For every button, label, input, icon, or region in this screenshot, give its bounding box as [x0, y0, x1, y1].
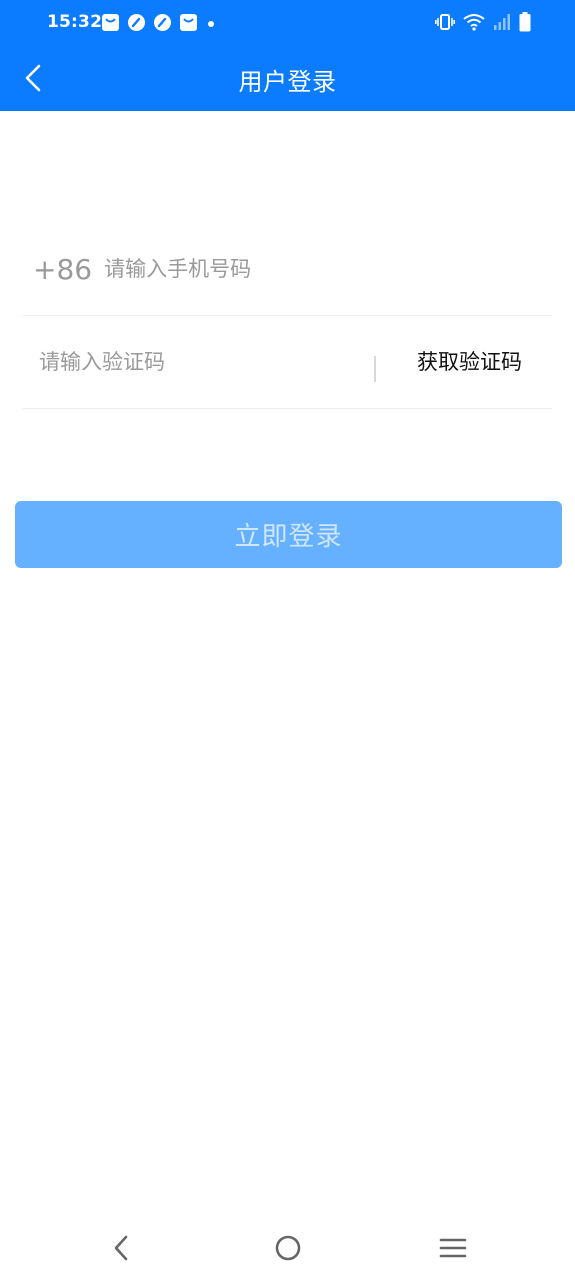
vibrate-icon [435, 13, 455, 35]
code-row: 获取验证码 [23, 316, 552, 409]
phone-input[interactable] [104, 257, 505, 281]
login-form: +86 获取验证码 [23, 223, 552, 409]
app-header: 15:32 用户登录 [0, 0, 575, 111]
nav-menu-button[interactable] [429, 1224, 477, 1272]
shopping-bag-icon [179, 13, 198, 36]
nav-back-button[interactable] [98, 1224, 146, 1272]
page-title: 用户登录 [238, 68, 337, 96]
battery-icon [519, 12, 531, 36]
login-screen: 15:32 用户登录 +86 请输入手机号码 请输入验证码 获取验证码 立即登录 [0, 0, 575, 1280]
system-nav-bar [0, 1218, 575, 1280]
notification-icons [101, 13, 217, 35]
cellular-signal-icon [493, 13, 511, 35]
home-circle-icon [275, 1235, 301, 1261]
speedometer-icon [127, 13, 146, 36]
login-button[interactable]: 立即登录 [15, 501, 562, 568]
country-code: +86 [33, 252, 93, 286]
system-status-icons [435, 12, 531, 36]
menu-icon [439, 1238, 467, 1258]
phone-row: +86 [23, 223, 552, 316]
status-time: 15:32 [47, 12, 103, 32]
wifi-icon [463, 13, 485, 35]
nav-home-button[interactable] [264, 1224, 312, 1272]
get-code-button[interactable]: 获取验证码 [417, 346, 522, 376]
field-divider [374, 356, 376, 382]
nav-back-icon [114, 1235, 128, 1261]
speedometer-icon [153, 13, 172, 36]
more-notifications-dot-icon [205, 15, 217, 34]
verification-code-input[interactable] [39, 350, 359, 374]
shopping-bag-icon [101, 13, 120, 36]
